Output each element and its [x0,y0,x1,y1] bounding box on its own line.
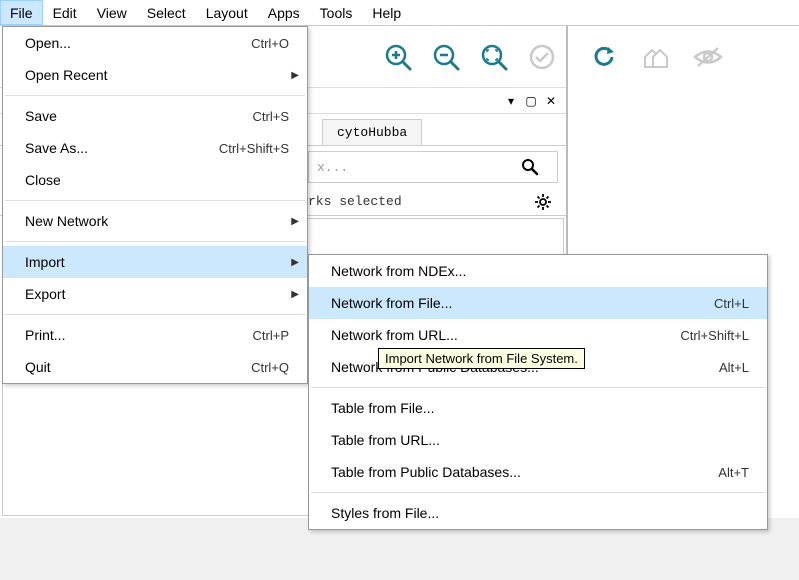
menu-item-new-network[interactable]: New Network ▶ [3,205,307,237]
menu-item-export[interactable]: Export ▶ [3,278,307,310]
menu-item-table-url[interactable]: Table from URL... [309,424,767,456]
menu-item-network-ndex[interactable]: Network from NDEx... [309,255,767,287]
right-toolbar [568,26,799,88]
menu-tools[interactable]: Tools [310,0,363,25]
menubar: File Edit View Select Layout Apps Tools … [0,0,799,26]
menu-item-styles-file[interactable]: Styles from File... [309,497,767,529]
zoom-in-icon[interactable] [382,41,414,73]
chevron-right-icon: ▶ [291,289,299,300]
menu-item-open[interactable]: Open... Ctrl+O [3,27,307,59]
search-icon[interactable] [521,158,549,176]
tooltip: Import Network from File System. [378,348,585,369]
menu-view[interactable]: View [87,0,137,25]
refresh-icon[interactable] [588,41,620,73]
visibility-icon[interactable] [692,41,724,73]
apply-icon[interactable] [526,41,558,73]
dropdown-caret-icon[interactable]: ▾ [504,94,518,108]
chevron-right-icon: ▶ [291,70,299,81]
menu-apps[interactable]: Apps [258,0,310,25]
menu-separator [311,387,765,388]
zoom-out-icon[interactable] [430,41,462,73]
menu-item-quit[interactable]: Quit Ctrl+Q [3,351,307,383]
home-icon[interactable] [640,41,672,73]
menu-item-save[interactable]: Save Ctrl+S [3,100,307,132]
menu-separator [5,314,305,315]
zoom-fit-icon[interactable] [478,41,510,73]
gear-icon[interactable] [534,193,558,211]
menu-item-import[interactable]: Import ▶ [3,246,307,278]
menu-separator [5,241,305,242]
menu-select[interactable]: Select [137,0,196,25]
search-input[interactable]: x... [308,151,558,183]
close-icon[interactable]: ✕ [544,94,558,108]
chevron-right-icon: ▶ [291,216,299,227]
file-dropdown: Open... Ctrl+O Open Recent ▶ Save Ctrl+S… [2,26,308,384]
menu-edit[interactable]: Edit [43,0,87,25]
menu-separator [5,200,305,201]
menu-help[interactable]: Help [362,0,411,25]
menu-separator [311,492,765,493]
status-text: rks selected [308,194,534,209]
menu-item-save-as[interactable]: Save As... Ctrl+Shift+S [3,132,307,164]
menu-item-open-recent[interactable]: Open Recent ▶ [3,59,307,91]
menu-item-network-file[interactable]: Network from File... Ctrl+L [309,287,767,319]
menu-item-network-url[interactable]: Network from URL... Ctrl+Shift+L [309,319,767,351]
menu-file[interactable]: File [0,0,43,25]
menu-item-close[interactable]: Close [3,164,307,196]
maximize-icon[interactable]: ▢ [524,94,538,108]
menu-layout[interactable]: Layout [196,0,258,25]
menu-item-table-file[interactable]: Table from File... [309,392,767,424]
menu-item-table-public[interactable]: Table from Public Databases... Alt+T [309,456,767,488]
tab-cytohubba[interactable]: cytoHubba [322,119,422,145]
menu-separator [5,95,305,96]
search-placeholder: x... [317,160,521,175]
import-submenu: Network from NDEx... Network from File..… [308,254,768,530]
chevron-right-icon: ▶ [291,257,299,268]
menu-item-print[interactable]: Print... Ctrl+P [3,319,307,351]
